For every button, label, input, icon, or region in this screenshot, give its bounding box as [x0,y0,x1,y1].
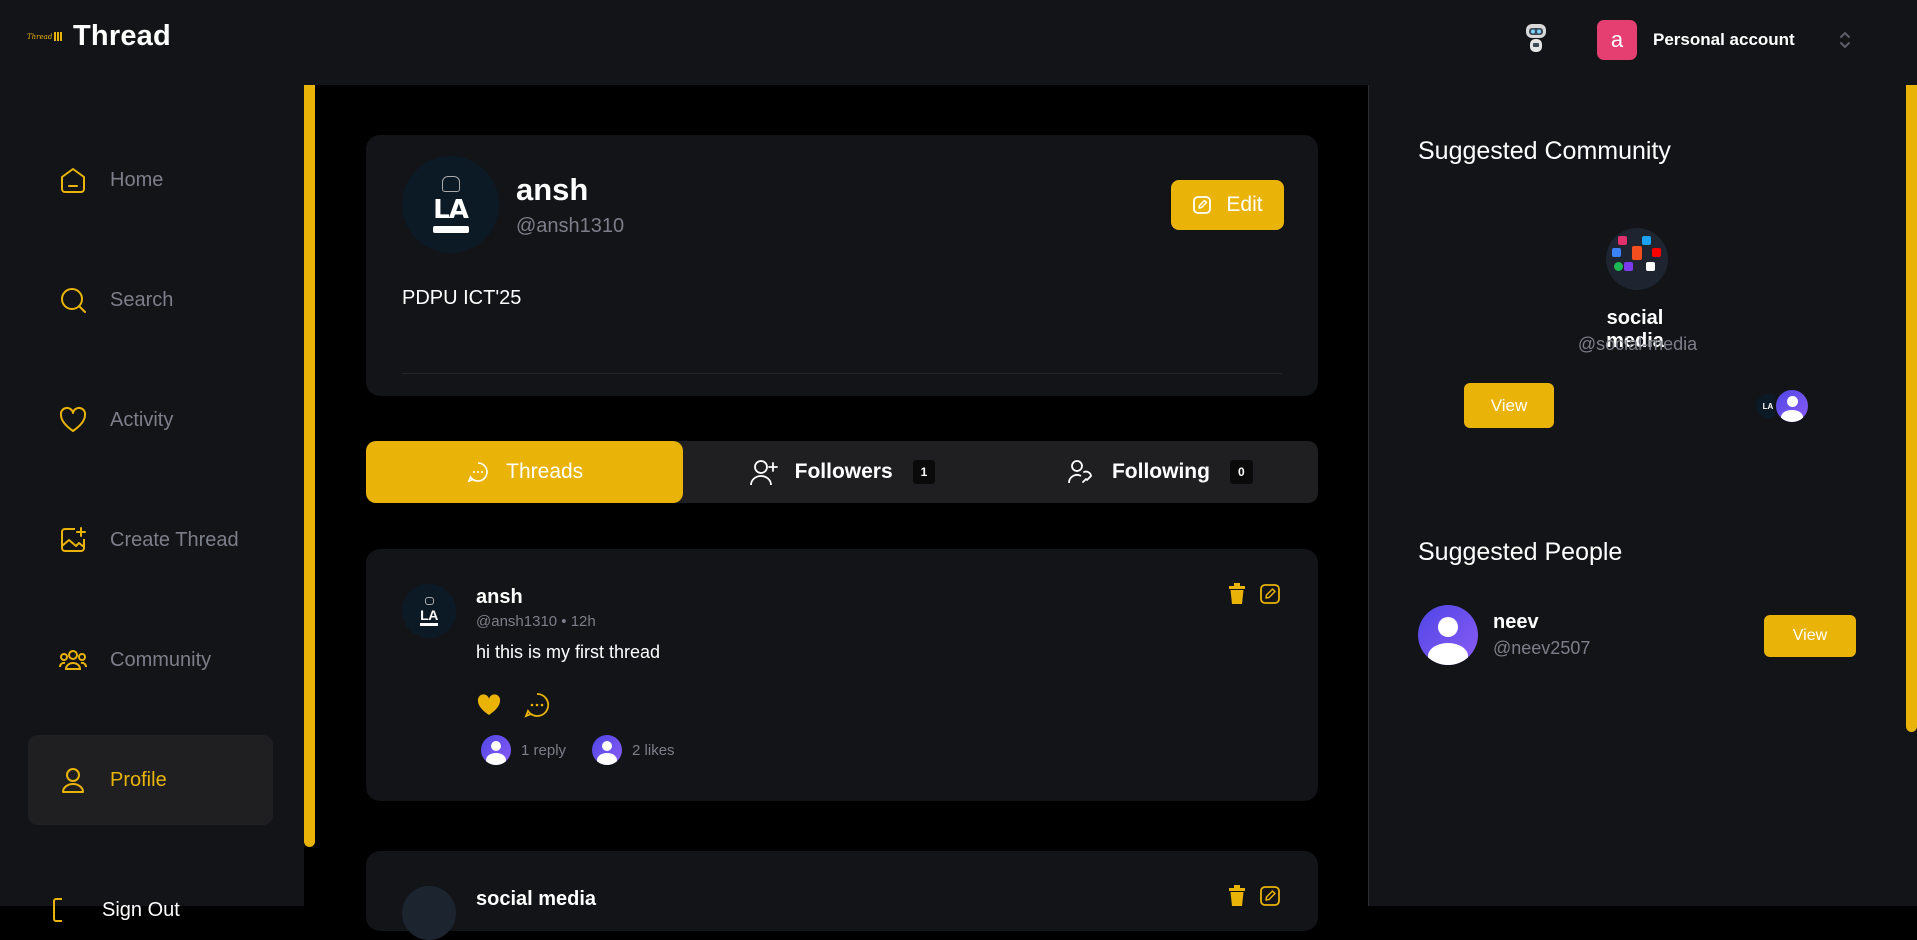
thread-stats: 1 reply 2 likes [481,735,675,765]
profile-bio: PDPU ICT'25 [402,287,522,309]
person-avatar[interactable] [1418,605,1478,665]
search-icon [61,288,86,313]
tab-threads[interactable]: Threads [366,441,684,503]
person-name: neev [1493,611,1539,633]
edit-label: Edit [1226,193,1263,216]
top-bar: Thread Thread a Personal account [0,0,1917,85]
heart-icon [59,406,87,432]
thread-author-avatar[interactable]: LA [402,584,456,638]
sidebar-item-label: Community [110,648,212,671]
person-handle: @neev2507 [1493,638,1591,658]
sidebar-item-label: Profile [110,768,167,791]
thread-actions [475,691,551,719]
view-person-button[interactable]: View [1764,615,1856,657]
heart-filled-icon[interactable] [475,691,503,719]
delete-icon[interactable] [1227,885,1247,907]
user-icon [62,768,84,793]
tab-label: Threads [506,460,584,483]
thread-meta: @ansh1310 • 12h [476,613,596,630]
thread-author-avatar[interactable] [402,886,456,940]
view-community-button[interactable]: View [1464,383,1554,428]
thread-owner-actions [1227,885,1281,907]
tab-following[interactable]: Following 0 [1001,441,1318,503]
sidebar-item-profile[interactable]: Profile [28,735,273,825]
profile-handle: @ansh1310 [516,215,625,237]
community-avatar[interactable] [1606,228,1668,290]
account-avatar: a [1597,20,1637,60]
following-count: 0 [1229,460,1253,484]
edit-profile-button[interactable]: Edit [1171,180,1284,230]
logo-icon: Thread [27,30,63,44]
tab-followers[interactable]: Followers 1 [683,441,1000,503]
sidebar-item-label: Search [110,288,174,311]
app-title: Thread [73,20,171,52]
delete-icon[interactable] [1227,583,1247,605]
logout-icon [53,898,62,922]
like-avatar [592,735,623,765]
sidebar-item-home[interactable]: Home [28,135,273,225]
sign-out-button[interactable]: Sign Out [50,895,180,925]
thread-author-name[interactable]: ansh [476,586,523,609]
sign-out-label: Sign Out [102,898,180,921]
thread-author-name[interactable]: social media [476,888,596,911]
edit-icon[interactable] [1259,885,1281,907]
edit-icon [1193,196,1212,214]
sidebar-scrollbar[interactable] [304,85,315,847]
reply-avatar [481,735,511,765]
tab-label: Followers [794,460,893,483]
profile-header: LA ansh @ansh1310 Edit PDPU ICT'25 [366,135,1318,396]
thread-text: hi this is my first thread [476,642,661,662]
home-icon [61,168,85,193]
following-icon [1068,460,1092,484]
chat-bubble-icon [467,462,488,483]
community-handle: @social-media [1577,334,1698,354]
tab-label: Following [1111,460,1210,483]
sidebar-item-activity[interactable]: Activity [28,375,273,465]
thread-card: social media [366,851,1318,940]
profile-name: ansh [516,172,589,207]
suggested-people-title: Suggested People [1418,538,1623,566]
like-count[interactable]: 2 likes [632,742,675,759]
right-scrollbar[interactable] [1906,85,1917,732]
sidebar-item-label: Create Thread [110,528,239,551]
chevron-up-down-icon[interactable] [1838,28,1852,52]
sidebar-item-search[interactable]: Search [28,255,273,345]
sidebar-item-label: Home [110,168,164,191]
suggested-community-title: Suggested Community [1418,137,1671,165]
account-label: Personal account [1653,30,1795,49]
sidebar-item-label: Activity [110,408,174,431]
reply-icon[interactable] [523,691,551,719]
add-user-icon [749,460,778,486]
divider [402,373,1282,374]
reply-count[interactable]: 1 reply [521,742,566,759]
edit-icon[interactable] [1259,583,1281,605]
community-members: LA [1756,388,1810,424]
sidebar-item-community[interactable]: Community [28,615,273,705]
followers-count: 1 [912,460,936,484]
thread-card: LA ansh @ansh1310 • 12h hi this is my fi… [366,549,1318,801]
sidebar-item-create-thread[interactable]: Create Thread [28,495,273,585]
community-icon [59,650,87,670]
right-sidebar [1368,85,1917,906]
profile-tabs: Threads Followers 1 Following 0 [366,441,1318,503]
app-logo[interactable]: Thread Thread [27,20,171,53]
create-image-icon [61,527,86,552]
account-switcher[interactable]: a Personal account [1597,20,1795,60]
member-avatar [1774,388,1810,424]
robot-icon[interactable] [1520,22,1552,56]
profile-avatar: LA [402,156,499,253]
thread-owner-actions [1227,583,1281,605]
